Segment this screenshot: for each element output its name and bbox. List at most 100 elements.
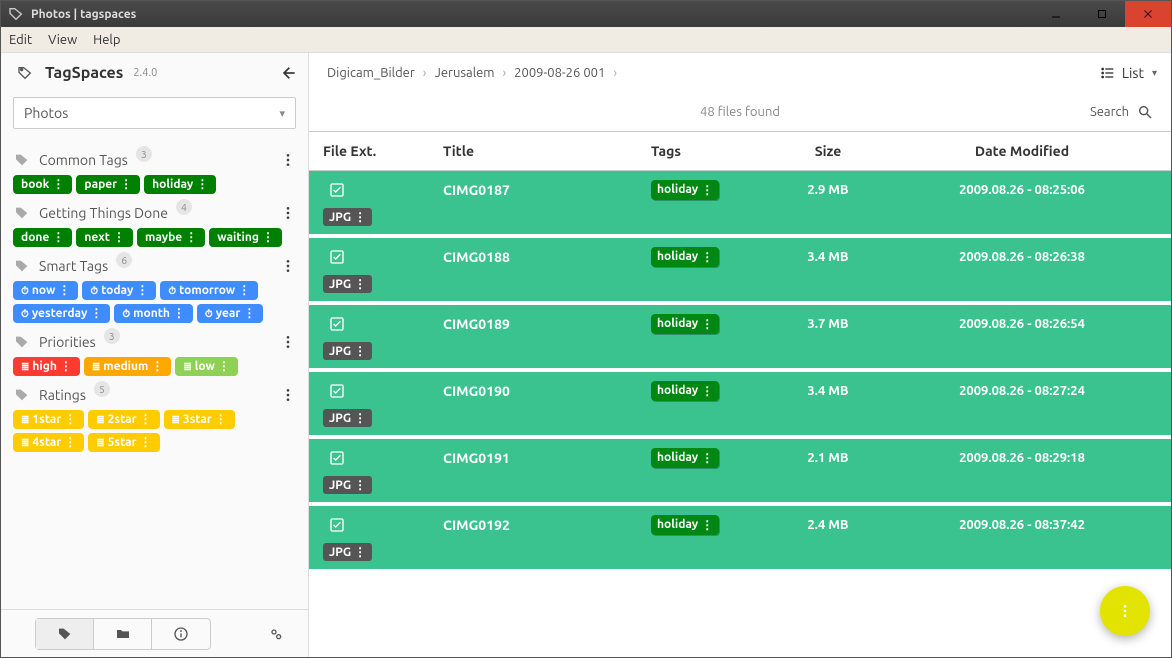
tag-pill[interactable]: ⏱yesterday⋮ xyxy=(13,304,110,323)
file-select-checkbox[interactable] xyxy=(323,450,443,466)
search-icon xyxy=(1137,104,1153,120)
file-select-checkbox[interactable] xyxy=(323,517,443,533)
more-vertical-icon[interactable] xyxy=(280,152,296,168)
tag-pill[interactable]: maybe⋮ xyxy=(137,228,205,247)
more-vertical-icon[interactable] xyxy=(280,258,296,274)
window-title: Photos | tagspaces xyxy=(31,8,1033,21)
menu-edit[interactable]: Edit xyxy=(9,33,32,47)
tag-group-tags: done⋮next⋮maybe⋮waiting⋮ xyxy=(13,228,296,247)
tag-pill[interactable]: ⏱month⋮ xyxy=(114,304,193,323)
file-row[interactable]: CIMG0192holiday⋮2.4 MB2009.08.26 - 08:37… xyxy=(309,506,1171,573)
tag-group-tags: ⏱now⋮⏱today⋮⏱tomorrow⋮ ⏱yesterday⋮⏱month⋮… xyxy=(13,281,296,323)
file-row[interactable]: CIMG0187holiday⋮2.9 MB2009.08.26 - 08:25… xyxy=(309,171,1171,238)
more-vertical-icon[interactable] xyxy=(280,205,296,221)
tag-pill[interactable]: ≣low⋮ xyxy=(175,357,238,376)
settings-icon[interactable] xyxy=(268,626,284,642)
breadcrumb: Digicam_Bilder›Jerusalem›2009-08-26 001› xyxy=(323,66,617,80)
file-list[interactable]: CIMG0187holiday⋮2.9 MB2009.08.26 - 08:25… xyxy=(309,171,1171,657)
file-tag-pill[interactable]: holiday⋮ xyxy=(651,381,719,401)
search-button[interactable]: Search xyxy=(1090,104,1171,120)
tag-group-header[interactable]: Common Tags3 xyxy=(13,151,296,169)
tag-pill[interactable]: done⋮ xyxy=(13,228,72,247)
tag-pill[interactable]: ⏱today⋮ xyxy=(82,281,156,300)
file-size: 3.7 MB xyxy=(769,317,887,331)
file-tags: holiday⋮ xyxy=(651,380,769,401)
col-tags-header[interactable]: Tags xyxy=(651,143,769,159)
file-row[interactable]: CIMG0190holiday⋮3.4 MB2009.08.26 - 08:27… xyxy=(309,372,1171,439)
minimize-button[interactable] xyxy=(1033,1,1079,27)
tag-pill[interactable]: ≣2star⋮ xyxy=(88,410,159,429)
menu-help[interactable]: Help xyxy=(93,33,120,47)
app-icon xyxy=(7,5,25,23)
more-vertical-icon[interactable] xyxy=(280,387,296,403)
file-ext-pill[interactable]: JPG⋮ xyxy=(323,409,372,427)
back-arrow-icon[interactable] xyxy=(280,65,296,81)
col-date-header[interactable]: Date Modified xyxy=(887,143,1157,159)
tag-group-header[interactable]: Priorities3 xyxy=(13,333,296,351)
tag-group-count: 3 xyxy=(104,328,120,344)
file-select-checkbox[interactable] xyxy=(323,316,443,332)
tag-pill[interactable]: ⏱year⋮ xyxy=(197,304,263,323)
tag-icon xyxy=(13,386,31,404)
tagspaces-logo-icon xyxy=(13,65,37,81)
tag-pill[interactable]: ≣4star⋮ xyxy=(13,433,84,452)
file-title: CIMG0188 xyxy=(443,249,651,265)
tag-pill[interactable]: next⋮ xyxy=(76,228,133,247)
tag-pill[interactable]: paper⋮ xyxy=(76,175,140,194)
tag-group-header[interactable]: Getting Things Done4 xyxy=(13,204,296,222)
tag-pill[interactable]: ≣3star⋮ xyxy=(164,410,235,429)
tag-group-count: 3 xyxy=(136,146,152,162)
tag-pill[interactable]: ≣high⋮ xyxy=(13,357,80,376)
col-ext-header[interactable]: File Ext. xyxy=(323,143,443,159)
file-ext-pill[interactable]: JPG⋮ xyxy=(323,476,372,494)
location-select[interactable]: Photos xyxy=(13,97,296,129)
fab-button[interactable] xyxy=(1100,586,1150,636)
file-ext-pill[interactable]: JPG⋮ xyxy=(323,275,372,293)
breadcrumb-segment[interactable]: Digicam_Bilder xyxy=(323,66,419,80)
maximize-button[interactable] xyxy=(1079,1,1125,27)
file-ext-pill[interactable]: JPG⋮ xyxy=(323,208,372,226)
file-tag-pill[interactable]: holiday⋮ xyxy=(651,314,719,334)
file-select-checkbox[interactable] xyxy=(323,182,443,198)
tag-pill[interactable]: waiting⋮ xyxy=(209,228,282,247)
file-ext-pill[interactable]: JPG⋮ xyxy=(323,543,372,561)
file-row[interactable]: CIMG0191holiday⋮2.1 MB2009.08.26 - 08:29… xyxy=(309,439,1171,506)
tag-pill[interactable]: ≣1star⋮ xyxy=(13,410,84,429)
tag-group-header[interactable]: Ratings5 xyxy=(13,386,296,404)
file-tag-pill[interactable]: holiday⋮ xyxy=(651,515,719,535)
nav-folders-button[interactable] xyxy=(94,619,152,649)
file-list-header: File Ext. Title Tags Size Date Modified xyxy=(309,131,1171,171)
more-vertical-icon[interactable] xyxy=(280,334,296,350)
file-tag-pill[interactable]: holiday⋮ xyxy=(651,448,719,468)
tag-pill[interactable]: ⏱now⋮ xyxy=(13,281,78,300)
breadcrumb-segment[interactable]: Jerusalem xyxy=(430,66,498,80)
file-ext-pill[interactable]: JPG⋮ xyxy=(323,342,372,360)
tag-pill[interactable]: ⏱tomorrow⋮ xyxy=(160,281,258,300)
file-date: 2009.08.26 - 08:37:42 xyxy=(887,518,1157,532)
file-select-checkbox[interactable] xyxy=(323,383,443,399)
menu-view[interactable]: View xyxy=(48,33,77,47)
file-row[interactable]: CIMG0189holiday⋮3.7 MB2009.08.26 - 08:26… xyxy=(309,305,1171,372)
tag-pill[interactable]: ≣5star⋮ xyxy=(88,433,159,452)
tag-group-title: Ratings xyxy=(39,387,86,403)
file-tag-pill[interactable]: holiday⋮ xyxy=(651,247,719,267)
tag-group-title: Priorities xyxy=(39,334,96,350)
tag-pill[interactable]: ≣medium⋮ xyxy=(84,357,172,376)
breadcrumb-segment[interactable]: 2009-08-26 001 xyxy=(510,66,609,80)
tag-pill[interactable]: book⋮ xyxy=(13,175,72,194)
file-row[interactable]: CIMG0188holiday⋮ 3.4 MB2009.08.26 - 08:26… xyxy=(309,238,1171,305)
tag-pill[interactable]: holiday⋮ xyxy=(144,175,216,194)
col-size-header[interactable]: Size xyxy=(769,143,887,159)
tag-group-header[interactable]: Smart Tags6 xyxy=(13,257,296,275)
close-button[interactable] xyxy=(1125,1,1171,27)
nav-tags-button[interactable] xyxy=(36,619,94,649)
file-select-checkbox[interactable] xyxy=(323,249,443,265)
col-title-header[interactable]: Title xyxy=(443,143,651,159)
file-date: 2009.08.26 - 08:26:38 xyxy=(887,250,1157,264)
file-size: 3.4 MB xyxy=(769,250,887,264)
nav-info-button[interactable] xyxy=(152,619,210,649)
tag-group-tags: ≣1star⋮≣2star⋮ ≣3star⋮ ≣4star⋮≣5star⋮ xyxy=(13,410,296,452)
file-title: CIMG0192 xyxy=(443,517,651,533)
view-mode-toggle[interactable]: List xyxy=(1100,65,1157,81)
file-tag-pill[interactable]: holiday⋮ xyxy=(651,180,719,200)
